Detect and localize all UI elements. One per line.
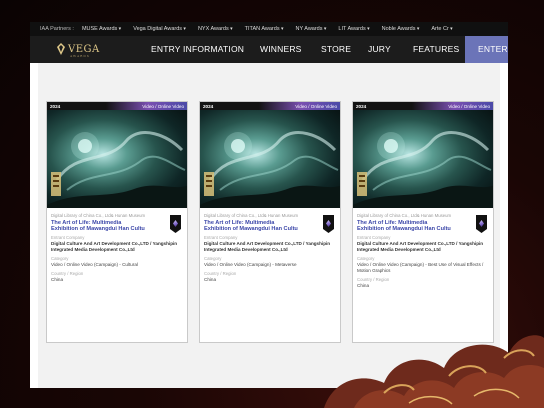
artwork-image — [353, 131, 493, 208]
card-header-strip: 2024 Video / Online Video — [353, 102, 493, 110]
card-year: 2024 — [203, 103, 214, 109]
card-organization: Digital Library of China Co., Ltd& Hunan… — [204, 213, 299, 218]
award-badge-icon — [476, 215, 487, 233]
category-value: Video / Online Video (Campaign) - Best U… — [357, 262, 484, 274]
entrant-value: Digital Culture And Art Development Co.,… — [51, 241, 178, 253]
card-header-strip: 2024 Video / Online Video — [200, 102, 340, 110]
partner-link-arte[interactable]: Arte Cr — [431, 26, 452, 32]
country-value: China — [51, 277, 64, 283]
category-label: Category — [204, 256, 222, 262]
partner-link-vega[interactable]: Vega Digital Awards — [133, 26, 186, 32]
card-category-tag: Video / Online Video — [295, 103, 337, 109]
entrant-value: Digital Culture And Art Development Co.,… — [357, 241, 484, 253]
category-label: Category — [51, 256, 69, 262]
partner-link-muse[interactable]: MUSE Awards — [82, 26, 121, 32]
category-value: Video / Online Video (Campaign) - Cultur… — [51, 262, 138, 268]
main-navbar: VEGA AWARDS ENTRY INFORMATION WINNERS ST… — [30, 36, 508, 63]
nav-store[interactable]: STORE — [321, 36, 351, 63]
card-title[interactable]: The Art of Life: Multimedia Exhibition o… — [204, 220, 300, 233]
nav-features[interactable]: FEATURES — [413, 36, 459, 63]
partner-link-ny[interactable]: NY Awards — [295, 26, 326, 32]
partner-link-lit[interactable]: LIT Awards — [338, 26, 369, 32]
nav-winners[interactable]: WINNERS — [260, 36, 302, 63]
partners-bar: IAA Partners : MUSE Awards Vega Digital … — [30, 22, 508, 36]
card-year: 2024 — [356, 103, 367, 109]
card-organization: Digital Library of China Co., Ltd& Hunan… — [51, 213, 146, 218]
card-title[interactable]: The Art of Life: Multimedia Exhibition o… — [357, 220, 453, 233]
nav-entry-information[interactable]: ENTRY INFORMATION — [151, 36, 244, 63]
card-thumbnail[interactable] — [200, 110, 340, 208]
nav-jury[interactable]: JURY — [368, 36, 391, 63]
partners-label: IAA Partners : — [40, 26, 74, 32]
logo-subtitle: AWARDS — [70, 54, 90, 58]
card-body: Digital Library of China Co., Ltd& Hunan… — [353, 208, 493, 289]
category-value: Video / Online Video (Campaign) - Metave… — [204, 262, 297, 268]
entrant-label: Entrant Company — [357, 235, 391, 241]
country-label: Country / Region — [51, 271, 84, 277]
award-badge-icon — [170, 215, 181, 233]
partner-link-nyx[interactable]: NYX Awards — [198, 26, 233, 32]
vega-logo-icon — [57, 43, 65, 55]
entrant-label: Entrant Company — [51, 235, 85, 241]
card-year: 2024 — [50, 103, 61, 109]
card-organization: Digital Library of China Co., Ltd& Hunan… — [357, 213, 452, 218]
category-label: Category — [357, 256, 375, 262]
logo-wordmark: VEGA — [68, 43, 100, 55]
artwork-image — [200, 131, 340, 208]
award-badge-icon — [323, 215, 334, 233]
winner-card[interactable]: 2024 Video / Online Video Digital Librar… — [46, 101, 188, 343]
entrant-value: Digital Culture And Art Development Co.,… — [204, 241, 331, 253]
enter-button[interactable]: ENTER — [465, 36, 508, 63]
card-body: Digital Library of China Co., Ltd& Hunan… — [47, 208, 187, 283]
partner-link-titan[interactable]: TITAN Awards — [245, 26, 284, 32]
card-category-tag: Video / Online Video — [142, 103, 184, 109]
vega-logo[interactable]: VEGA AWARDS — [57, 43, 100, 58]
card-title[interactable]: The Art of Life: Multimedia Exhibition o… — [51, 220, 147, 233]
photo-background: IAA Partners : MUSE Awards Vega Digital … — [0, 0, 544, 408]
country-label: Country / Region — [204, 271, 237, 277]
partner-link-noble[interactable]: Noble Awards — [382, 26, 420, 32]
artwork-image — [47, 131, 187, 208]
entrant-label: Entrant Company — [204, 235, 238, 241]
card-header-strip: 2024 Video / Online Video — [47, 102, 187, 110]
card-category-tag: Video / Online Video — [448, 103, 490, 109]
card-thumbnail[interactable] — [47, 110, 187, 208]
card-body: Digital Library of China Co., Ltd& Hunan… — [200, 208, 340, 283]
decorative-cloud-ornament — [324, 335, 544, 408]
card-thumbnail[interactable] — [353, 110, 493, 208]
